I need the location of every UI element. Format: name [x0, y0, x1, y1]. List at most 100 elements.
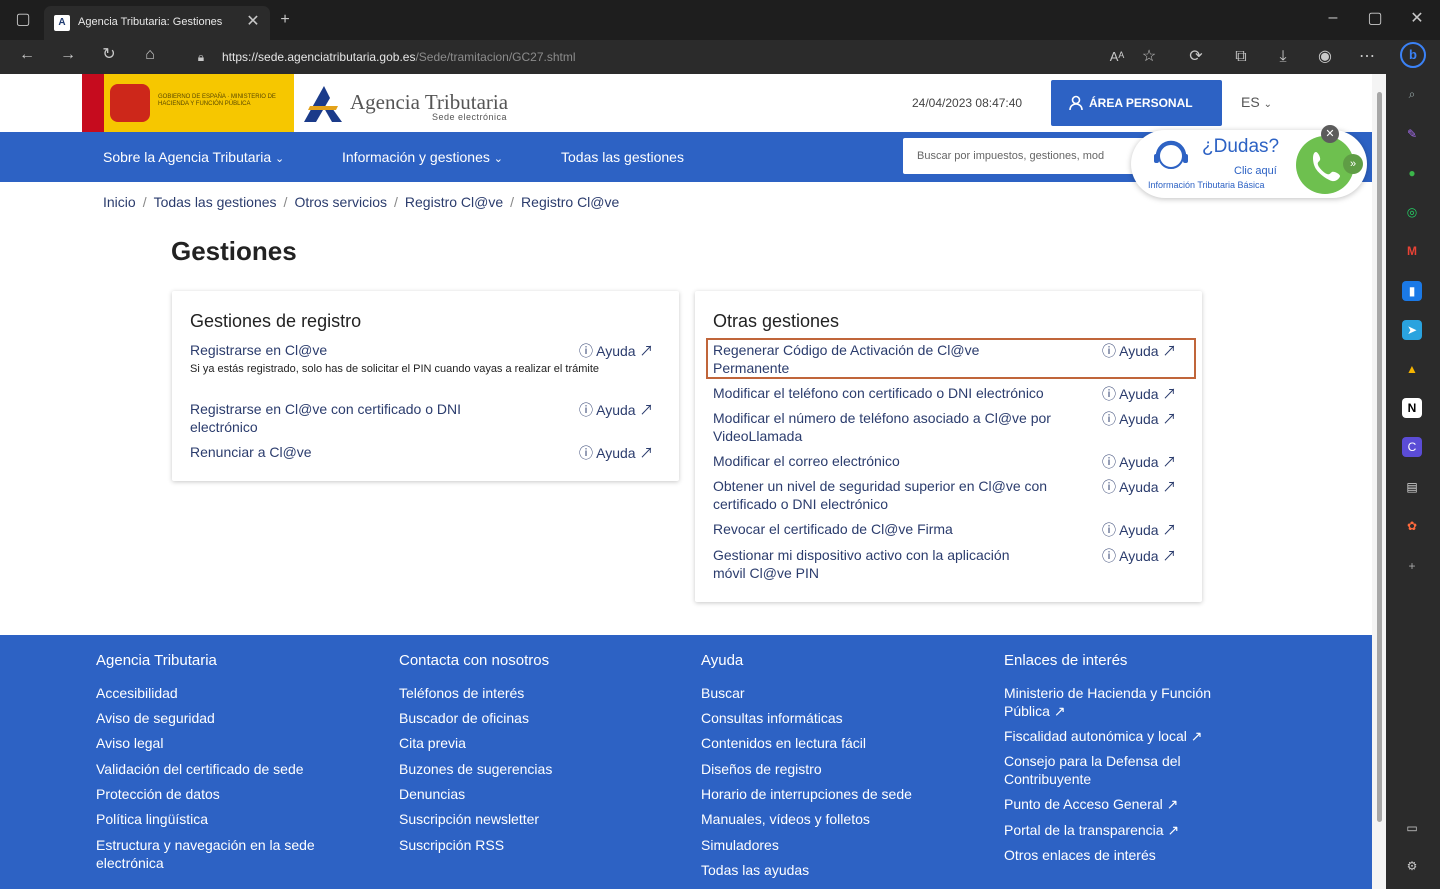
nav-informacion-gestiones[interactable]: Información y gestiones ⌄ — [342, 149, 503, 165]
sidebar-games-icon[interactable]: ● — [1402, 163, 1422, 183]
breadcrumb-todas[interactable]: Todas las gestiones — [154, 194, 277, 210]
help-link[interactable]: ⓘ Ayuda ↗ — [1102, 341, 1176, 361]
tab-actions-icon[interactable]: ▢ — [12, 10, 34, 30]
sidebar-notion-icon[interactable]: N — [1402, 398, 1422, 418]
sidebar-clipboard-icon[interactable]: ▤ — [1402, 477, 1422, 497]
registro-item-link[interactable]: Registrarse en Cl@ve con certificado o D… — [190, 400, 490, 436]
footer-link[interactable]: Buzones de sugerencias — [399, 760, 552, 778]
footer-link[interactable]: Estructura y navegación en la sede elect… — [96, 836, 346, 872]
breadcrumb-separator: / — [283, 194, 288, 210]
close-dudas-icon[interactable]: ✕ — [1321, 125, 1339, 143]
footer-link[interactable]: Punto de Acceso General ↗ — [1004, 795, 1178, 813]
tab-close-icon[interactable]: ✕ — [242, 12, 264, 32]
footer-link[interactable]: Aviso legal — [96, 734, 163, 752]
sidebar-layout-icon[interactable]: ▭ — [1402, 818, 1422, 838]
breadcrumb-registro[interactable]: Registro Cl@ve — [405, 194, 503, 210]
footer-link[interactable]: Fiscalidad autonómica y local ↗ — [1004, 727, 1203, 745]
footer-link[interactable]: Aviso de seguridad — [96, 709, 215, 727]
site-search-input[interactable]: Buscar por impuestos, gestiones, mod — [903, 138, 1163, 174]
otras-item-link[interactable]: Modificar el correo electrónico — [713, 452, 1093, 470]
otras-item-link[interactable]: Revocar el certificado de Cl@ve Firma — [713, 520, 1093, 538]
help-link[interactable]: ⓘ Ayuda ↗ — [579, 443, 653, 463]
footer-link[interactable]: Otros enlaces de interés — [1004, 846, 1156, 864]
favorites-add-icon[interactable]: ☆ — [1138, 47, 1160, 67]
footer-link[interactable]: Denuncias — [399, 785, 465, 803]
breadcrumb-current: Registro Cl@ve — [521, 194, 620, 210]
otras-item-link[interactable]: Regenerar Código de Activación de Cl@ve … — [713, 341, 1013, 377]
footer-link[interactable]: Suscripción newsletter — [399, 810, 539, 828]
help-link[interactable]: ⓘ Ayuda ↗ — [579, 341, 653, 361]
sidebar-compose-icon[interactable]: ✎ — [1402, 124, 1422, 144]
breadcrumb-otros[interactable]: Otros servicios — [294, 194, 387, 210]
registro-item-link[interactable]: Renunciar a Cl@ve — [190, 443, 560, 461]
ministry-text: GOBIERNO DE ESPAÑA · MINISTERIO DE HACIE… — [158, 94, 276, 107]
footer-link[interactable]: Ministerio de Hacienda y Función Pública… — [1004, 684, 1244, 720]
sidebar-trello-icon[interactable]: ▮ — [1402, 281, 1422, 301]
footer-link[interactable]: Portal de la transparencia ↗ — [1004, 821, 1179, 839]
downloads-icon[interactable]: ⤓ — [1272, 47, 1294, 67]
forward-icon[interactable]: → — [57, 45, 79, 65]
sidebar-whatsapp-icon[interactable]: ◎ — [1402, 202, 1422, 222]
footer-link[interactable]: Buscar — [701, 684, 745, 702]
footer-heading: Contacta con nosotros — [399, 652, 550, 669]
footer-link[interactable]: Diseños de registro — [701, 760, 822, 778]
sidebar-add-icon[interactable]: + — [1402, 556, 1422, 576]
help-link[interactable]: ⓘ Ayuda ↗ — [1102, 520, 1176, 540]
footer-link[interactable]: Teléfonos de interés — [399, 684, 524, 702]
footer-link[interactable]: Protección de datos — [96, 785, 220, 803]
registro-item-link[interactable]: Registrarse en Cl@ve — [190, 341, 560, 359]
expand-arrow-icon[interactable]: » — [1343, 154, 1363, 174]
footer-link[interactable]: Manuales, vídeos y folletos — [701, 810, 870, 828]
web-page: GOBIERNO DE ESPAÑA · MINISTERIO DE HACIE… — [0, 74, 1372, 889]
bing-copilot-icon[interactable]: b — [1400, 42, 1426, 68]
more-menu-icon[interactable]: ⋯ — [1356, 47, 1378, 67]
footer-link-label: Fiscalidad autonómica y local — [1004, 728, 1187, 744]
footer-link[interactable]: Consejo para la Defensa del Contribuyent… — [1004, 752, 1214, 788]
sidebar-telegram-icon[interactable]: ➤ — [1402, 320, 1422, 340]
scrollbar-thumb[interactable] — [1377, 92, 1382, 822]
minimize-icon[interactable]: – — [1322, 8, 1344, 28]
otras-item-link[interactable]: Gestionar mi dispositivo activo con la a… — [713, 546, 1043, 582]
language-selector[interactable]: ES ⌄ — [1241, 94, 1272, 110]
refresh-extension-icon[interactable]: ⟳ — [1185, 47, 1207, 67]
profile-avatar-icon[interactable]: ◉ — [1314, 47, 1336, 67]
sidebar-settings-icon[interactable]: ⚙ — [1402, 856, 1422, 876]
footer-link[interactable]: Cita previa — [399, 734, 466, 752]
otras-item-link[interactable]: Modificar el número de teléfono asociado… — [713, 409, 1053, 445]
help-link[interactable]: ⓘ Ayuda ↗ — [1102, 546, 1176, 566]
browser-tab[interactable]: A Agencia Tributaria: Gestiones ✕ — [44, 6, 270, 40]
new-tab-icon[interactable]: + — [274, 10, 296, 30]
home-icon[interactable]: ⌂ — [139, 45, 161, 65]
footer-link[interactable]: Consultas informáticas — [701, 709, 843, 727]
help-link[interactable]: ⓘ Ayuda ↗ — [579, 400, 653, 420]
footer-link[interactable]: Contenidos en lectura fácil — [701, 734, 866, 752]
footer-link[interactable]: Horario de interrupciones de sede — [701, 785, 912, 803]
collections-icon[interactable]: ⧉ — [1230, 47, 1252, 67]
footer-link[interactable]: Política lingüística — [96, 810, 208, 828]
footer-link[interactable]: Validación del certificado de sede — [96, 760, 304, 778]
help-link[interactable]: ⓘ Ayuda ↗ — [1102, 452, 1176, 472]
footer-link[interactable]: Simuladores — [701, 836, 779, 854]
help-link[interactable]: ⓘ Ayuda ↗ — [1102, 477, 1176, 497]
footer-link[interactable]: Suscripción RSS — [399, 836, 504, 854]
sidebar-office-icon[interactable]: ✿ — [1402, 516, 1422, 536]
footer-link[interactable]: Accesibilidad — [96, 684, 178, 702]
back-icon[interactable]: ← — [16, 45, 38, 65]
sidebar-drive-icon[interactable]: ▲ — [1402, 359, 1422, 379]
otras-item-link[interactable]: Modificar el teléfono con certificado o … — [713, 384, 1093, 402]
nav-todas-gestiones[interactable]: Todas las gestiones — [561, 149, 684, 165]
help-link[interactable]: ⓘ Ayuda ↗ — [1102, 384, 1176, 404]
maximize-icon[interactable]: ▢ — [1364, 9, 1386, 29]
footer-link[interactable]: Todas las ayudas — [701, 861, 809, 879]
sidebar-search-icon[interactable]: ⌕ — [1402, 84, 1422, 104]
help-link[interactable]: ⓘ Ayuda ↗ — [1102, 409, 1176, 429]
close-window-icon[interactable]: ✕ — [1406, 9, 1428, 29]
sidebar-app-icon[interactable]: C — [1402, 437, 1422, 457]
breadcrumb-inicio[interactable]: Inicio — [103, 194, 136, 210]
footer-link[interactable]: Buscador de oficinas — [399, 709, 529, 727]
sidebar-gmail-icon[interactable]: M — [1402, 241, 1422, 261]
otras-item-link[interactable]: Obtener un nivel de seguridad superior e… — [713, 477, 1053, 513]
reload-icon[interactable]: ↻ — [98, 45, 120, 65]
nav-sobre-agencia[interactable]: Sobre la Agencia Tributaria ⌄ — [103, 149, 284, 165]
read-aloud-icon[interactable]: Aᴬ — [1106, 47, 1128, 67]
